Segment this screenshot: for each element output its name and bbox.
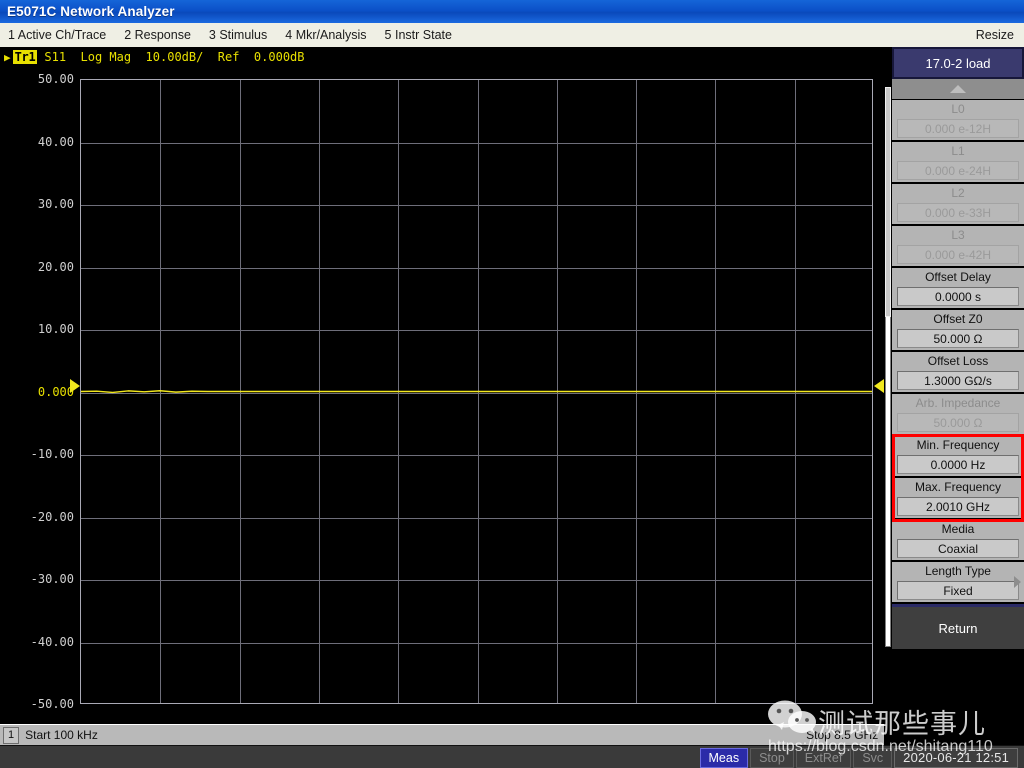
status-cell-extref[interactable]: ExtRef: [795, 747, 852, 768]
softkey-l1[interactable]: L1 0.000 e-24H: [892, 142, 1024, 184]
softkey-list: 17.0-2 load L0 0.000 e-12H L1 0.000 e-24…: [892, 47, 1024, 745]
softkey-arb-impedance-label: Arb. Impedance: [915, 396, 1001, 410]
softkey-offset-loss[interactable]: Offset Loss 1.3000 GΩ/s: [892, 352, 1024, 394]
softkey-length-type-label: Length Type: [925, 564, 991, 578]
softkey-l2[interactable]: L2 0.000 e-33H: [892, 184, 1024, 226]
title-bar: E5071C Network Analyzer: [0, 0, 1024, 24]
softkey-scrollbar[interactable]: [884, 47, 892, 745]
softkey-offset-z0-label: Offset Z0: [933, 312, 983, 326]
softkey-offset-z0[interactable]: Offset Z0 50.000 Ω: [892, 310, 1024, 352]
status-cell-svc[interactable]: Svc: [853, 747, 893, 768]
y-tick-neg10: -10.00: [30, 447, 74, 461]
menu-item-mkr-analysis[interactable]: 4 Mkr/Analysis: [276, 24, 375, 46]
resize-button[interactable]: Resize: [967, 28, 1024, 42]
softkey-l3-label: L3: [951, 228, 965, 242]
window-title: E5071C Network Analyzer: [7, 4, 175, 19]
softkey-l3[interactable]: L3 0.000 e-42H: [892, 226, 1024, 268]
softkey-length-type[interactable]: Length Type Fixed: [892, 562, 1024, 604]
softkey-offset-loss-value[interactable]: 1.3000 GΩ/s: [897, 371, 1019, 390]
y-tick-10: 10.00: [37, 322, 74, 336]
softkey-offset-delay[interactable]: Offset Delay 0.0000 s: [892, 268, 1024, 310]
softkey-max-frequency-label: Max. Frequency: [914, 480, 1002, 494]
softkey-media-value[interactable]: Coaxial: [897, 539, 1019, 558]
y-tick-50: 50.00: [37, 72, 74, 86]
softkey-offset-z0-value[interactable]: 50.000 Ω: [897, 329, 1019, 348]
channel-number: 1: [3, 726, 20, 744]
reference-marker-left-icon: [70, 379, 80, 393]
softkey-scroll-up-button[interactable]: [892, 79, 1024, 100]
softkey-media-label: Media: [941, 522, 975, 536]
plot-wrapper: 50.00 40.00 30.00 20.00 10.00 0.000 -10.…: [0, 67, 884, 724]
status-cell-stop[interactable]: Stop: [750, 747, 794, 768]
y-tick-30: 30.00: [37, 197, 74, 211]
trace-svg: [81, 390, 872, 394]
softkey-max-frequency-value[interactable]: 2.0010 GHz: [897, 497, 1019, 516]
y-tick-20: 20.00: [37, 259, 74, 274]
y-axis-labels: 50.00 40.00 30.00 20.00 10.00 0.000 -10.…: [0, 67, 78, 724]
y-tick-neg40: -40.00: [30, 634, 74, 649]
y-tick-ref-0: 0.000: [37, 384, 74, 399]
trace-format-text: S11 Log Mag 10.00dB/ Ref 0.000dB: [44, 50, 305, 64]
status-cell-meas[interactable]: Meas: [699, 747, 749, 768]
app-window: E5071C Network Analyzer 1 Active Ch/Trac…: [0, 0, 1024, 768]
datetime-display: 2020-06-21 12:51: [894, 747, 1018, 768]
softkey-l1-label: L1: [951, 144, 965, 158]
softkey-header[interactable]: 17.0-2 load: [892, 47, 1024, 79]
trace-info-bar[interactable]: ▶ Tr1 S11 Log Mag 10.00dB/ Ref 0.000dB: [0, 47, 884, 67]
plot-grid[interactable]: [80, 79, 873, 704]
y-tick-neg50: -50.00: [30, 697, 74, 711]
bottom-bar: Meas Stop ExtRef Svc 2020-06-21 12:51: [0, 745, 1024, 768]
menu-item-response[interactable]: 2 Response: [115, 24, 200, 46]
softkey-return-button[interactable]: Return: [892, 604, 1024, 649]
stop-frequency-label[interactable]: Stop 8.5 GHz: [806, 728, 888, 742]
softkey-l0-value[interactable]: 0.000 e-12H: [897, 119, 1019, 138]
menu-bar: 1 Active Ch/Trace 2 Response 3 Stimulus …: [0, 23, 1024, 48]
softkey-l2-value[interactable]: 0.000 e-33H: [897, 203, 1019, 222]
play-triangle-icon: ▶: [4, 50, 11, 64]
softkey-offset-loss-label: Offset Loss: [927, 354, 989, 368]
softkey-offset-delay-value[interactable]: 0.0000 s: [897, 287, 1019, 306]
softkey-l1-value[interactable]: 0.000 e-24H: [897, 161, 1019, 180]
menu-item-instr-state[interactable]: 5 Instr State: [376, 24, 461, 46]
softkey-arb-impedance[interactable]: Arb. Impedance 50.000 Ω: [892, 394, 1024, 436]
graph-area: ▶ Tr1 S11 Log Mag 10.00dB/ Ref 0.000dB 5…: [0, 47, 884, 724]
softkey-panel: 17.0-2 load L0 0.000 e-12H L1 0.000 e-24…: [884, 47, 1024, 745]
softkey-media[interactable]: Media Coaxial: [892, 520, 1024, 562]
start-frequency-label[interactable]: Start 100 kHz: [25, 728, 98, 742]
softkey-min-frequency[interactable]: Min. Frequency 0.0000 Hz: [892, 436, 1024, 478]
y-tick-neg20: -20.00: [30, 509, 74, 524]
softkey-offset-delay-label: Offset Delay: [925, 270, 991, 284]
softkey-l3-value[interactable]: 0.000 e-42H: [897, 245, 1019, 264]
reference-marker-right-icon: [874, 379, 884, 393]
softkey-l2-label: L2: [951, 186, 965, 200]
softkey-min-frequency-label: Min. Frequency: [916, 438, 1000, 452]
menu-item-stimulus[interactable]: 3 Stimulus: [200, 24, 276, 46]
softkey-l0[interactable]: L0 0.000 e-12H: [892, 100, 1024, 142]
softkey-length-type-value[interactable]: Fixed: [897, 581, 1019, 600]
chevron-up-icon: [950, 85, 966, 93]
scrollbar-thumb[interactable]: [885, 87, 891, 317]
softkey-min-frequency-value[interactable]: 0.0000 Hz: [897, 455, 1019, 474]
softkey-arb-impedance-value[interactable]: 50.000 Ω: [897, 413, 1019, 432]
trace-label[interactable]: Tr1: [12, 50, 38, 64]
menu-item-active-ch-trace[interactable]: 1 Active Ch/Trace: [0, 24, 115, 46]
softkey-max-frequency[interactable]: Max. Frequency 2.0010 GHz: [892, 478, 1024, 520]
y-tick-neg30: -30.00: [30, 572, 74, 586]
chevron-right-icon: [1014, 576, 1021, 588]
y-tick-40: 40.00: [37, 134, 74, 149]
softkey-l0-label: L0: [951, 102, 965, 116]
